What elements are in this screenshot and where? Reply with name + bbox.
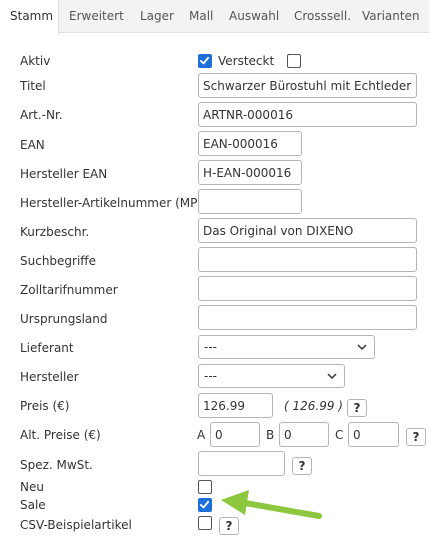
alt-preis-a-input[interactable] xyxy=(210,422,260,447)
zolltarifnummer-input[interactable] xyxy=(198,276,417,301)
spez-mwst-help-button[interactable]: ? xyxy=(292,457,312,475)
preis-input[interactable] xyxy=(198,393,273,418)
tab-stamm[interactable]: Stamm xyxy=(0,0,59,34)
chevron-down-icon xyxy=(327,373,337,380)
tab-varianten[interactable]: Varianten xyxy=(362,0,420,33)
neu-checkbox[interactable] xyxy=(198,480,212,494)
spez-mwst-input[interactable] xyxy=(198,451,285,476)
hersteller-label: Hersteller xyxy=(20,370,79,384)
titel-input[interactable] xyxy=(198,73,417,98)
chevron-down-icon xyxy=(357,344,367,351)
alt-preis-c-input[interactable] xyxy=(348,422,399,447)
versteckt-checkbox[interactable] xyxy=(287,54,301,68)
tab-auswahl[interactable]: Auswahl xyxy=(229,0,279,33)
alt-preis-c-label: C xyxy=(335,428,344,442)
alt-preis-b-input[interactable] xyxy=(279,422,329,447)
zolltarifnummer-label: Zolltarifnummer xyxy=(20,283,118,297)
mpn-input[interactable] xyxy=(198,189,302,214)
lieferant-select-value: --- xyxy=(204,340,217,354)
checkmark-icon xyxy=(199,500,210,509)
ursprungsland-label: Ursprungsland xyxy=(20,312,108,326)
csv-label: CSV-Beispielartikel xyxy=(20,518,132,532)
checkmark-icon xyxy=(199,56,210,65)
preis-help-button[interactable]: ? xyxy=(347,399,367,417)
tab-crosssell[interactable]: Crosssell. xyxy=(294,0,351,33)
tab-mall[interactable]: Mall xyxy=(189,0,213,33)
mpn-label: Hersteller-Artikelnummer (MPN) xyxy=(20,196,212,210)
tab-erweitert[interactable]: Erweitert xyxy=(69,0,124,33)
alt-preise-label: Alt. Preise (€) xyxy=(20,428,101,442)
alt-preis-b-label: B xyxy=(266,428,275,442)
kurzbeschr-label: Kurzbeschr. xyxy=(20,225,90,239)
kurzbeschr-input[interactable] xyxy=(198,218,417,243)
hersteller-ean-label: Hersteller EAN xyxy=(20,167,108,181)
hersteller-select-value: --- xyxy=(204,369,217,383)
hersteller-select[interactable]: --- xyxy=(198,364,345,388)
annotation-arrow-icon xyxy=(221,490,322,519)
titel-label: Titel xyxy=(20,79,46,93)
suchbegriffe-input[interactable] xyxy=(198,247,417,272)
csv-checkbox[interactable] xyxy=(198,516,212,530)
aktiv-label: Aktiv xyxy=(20,54,51,68)
sale-label: Sale xyxy=(20,498,46,512)
tab-bar: Stamm Erweitert Lager Mall Auswahl Cross… xyxy=(0,0,429,34)
suchbegriffe-label: Suchbegriffe xyxy=(20,254,96,268)
lieferant-label: Lieferant xyxy=(20,341,74,355)
lieferant-select[interactable]: --- xyxy=(198,335,375,359)
aktiv-checkbox[interactable] xyxy=(198,54,212,68)
neu-label: Neu xyxy=(20,480,44,494)
alt-preis-a-label: A xyxy=(197,428,206,442)
artnr-label: Art.-Nr. xyxy=(20,108,63,122)
hersteller-ean-input[interactable] xyxy=(198,160,302,185)
sale-checkbox[interactable] xyxy=(198,498,212,512)
preis-computed: ( 126.99 ) xyxy=(284,399,343,413)
preis-label: Preis (€) xyxy=(20,399,70,413)
artnr-input[interactable] xyxy=(198,102,417,127)
ean-input[interactable] xyxy=(198,131,302,156)
spez-mwst-label: Spez. MwSt. xyxy=(20,458,93,472)
ursprungsland-input[interactable] xyxy=(198,305,417,330)
versteckt-label: Versteckt xyxy=(218,54,275,68)
ean-label: EAN xyxy=(20,138,45,152)
alt-preise-help-button[interactable]: ? xyxy=(406,428,426,446)
tab-lager[interactable]: Lager xyxy=(140,0,174,33)
